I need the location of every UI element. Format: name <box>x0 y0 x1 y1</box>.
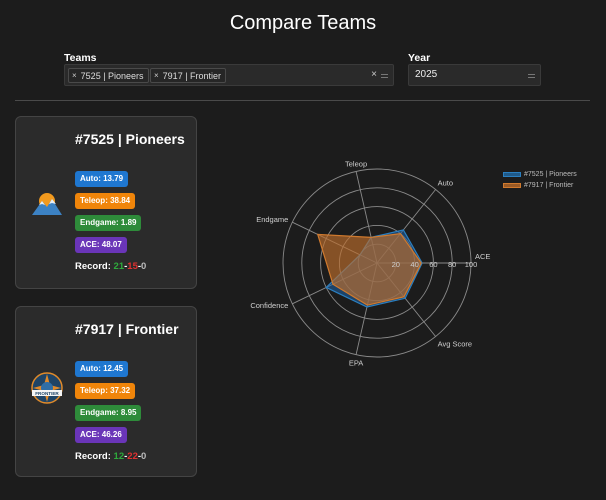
teams-multiselect[interactable]: × 7525 | Pioneers × 7917 | Frontier × <box>64 64 394 86</box>
divider <box>15 100 590 101</box>
dropdown-handle-icon[interactable] <box>381 74 388 78</box>
chart-legend: #7525 | Pioneers #7917 | Frontier <box>503 169 577 191</box>
endgame-badge: Endgame: 1.89 <box>75 215 142 231</box>
team-card-7917: FRONTIER #7917 | Frontier Auto: 12.45 Te… <box>15 306 197 477</box>
record-losses: 15 <box>127 261 138 272</box>
record-wins: 21 <box>113 261 125 272</box>
teleop-badge: Teleop: 38.84 <box>75 193 136 209</box>
legend-label: #7525 | Pioneers <box>524 171 577 178</box>
axis-label: ACE <box>475 252 490 261</box>
remove-chip-icon[interactable]: × <box>69 71 81 80</box>
record-wins: 12 <box>113 451 125 462</box>
radial-tick-label: 60 <box>429 260 437 269</box>
axis-label: Confidence <box>250 301 288 310</box>
radial-tick-label: 100 <box>465 260 478 269</box>
team-name: #7917 | Frontier <box>75 321 179 337</box>
legend-label: #7917 | Frontier <box>524 182 574 189</box>
ace-badge: ACE: 46.26 <box>75 427 127 443</box>
year-label: Year <box>408 52 431 64</box>
chip-label: 7917 | Frontier <box>162 70 222 81</box>
year-value: 2025 <box>415 69 438 80</box>
axis-label: Auto <box>438 179 453 188</box>
record: Record: 21-15-0 <box>75 261 147 272</box>
team-chip-7917: × 7917 | Frontier <box>150 68 227 83</box>
axis-label: Endgame <box>256 215 288 224</box>
axis-label: Avg Score <box>438 339 472 348</box>
radial-tick-label: 80 <box>448 260 456 269</box>
mountain-sun-icon <box>32 193 62 215</box>
dropdown-handle-icon[interactable] <box>528 74 535 78</box>
axis-label: Teleop <box>345 159 367 168</box>
record-ties: 0 <box>141 451 147 462</box>
legend-swatch <box>503 183 521 188</box>
series-area-2 <box>316 232 422 306</box>
radial-tick-label: 20 <box>392 260 400 269</box>
ace-badge: ACE: 48.07 <box>75 237 127 253</box>
teams-label: Teams <box>64 52 97 64</box>
record-ties: 0 <box>141 261 147 272</box>
auto-badge: Auto: 12.45 <box>75 361 129 377</box>
team-chip-7525: × 7525 | Pioneers <box>68 68 149 83</box>
teleop-badge: Teleop: 37.32 <box>75 383 136 399</box>
auto-badge: Auto: 13.79 <box>75 171 129 187</box>
legend-item-frontier[interactable]: #7917 | Frontier <box>503 180 577 191</box>
record-losses: 22 <box>127 451 138 462</box>
radial-tick-label: 40 <box>410 260 418 269</box>
endgame-badge: Endgame: 8.95 <box>75 405 142 421</box>
svg-text:FRONTIER: FRONTIER <box>35 391 59 396</box>
page-title: Compare Teams <box>229 12 377 34</box>
remove-chip-icon[interactable]: × <box>151 71 163 80</box>
frontier-compass-icon: FRONTIER <box>31 372 63 404</box>
axis-label: EPA <box>349 359 363 368</box>
team-card-7525: #7525 | Pioneers Auto: 13.79 Teleop: 38.… <box>15 116 197 289</box>
legend-swatch <box>503 172 521 177</box>
chip-label: 7525 | Pioneers <box>80 70 144 81</box>
legend-item-pioneers[interactable]: #7525 | Pioneers <box>503 169 577 180</box>
record: Record: 12-22-0 <box>75 451 147 462</box>
year-select[interactable]: 2025 <box>408 64 541 86</box>
team-name: #7525 | Pioneers <box>75 131 185 147</box>
clear-all-icon[interactable]: × <box>371 69 377 80</box>
